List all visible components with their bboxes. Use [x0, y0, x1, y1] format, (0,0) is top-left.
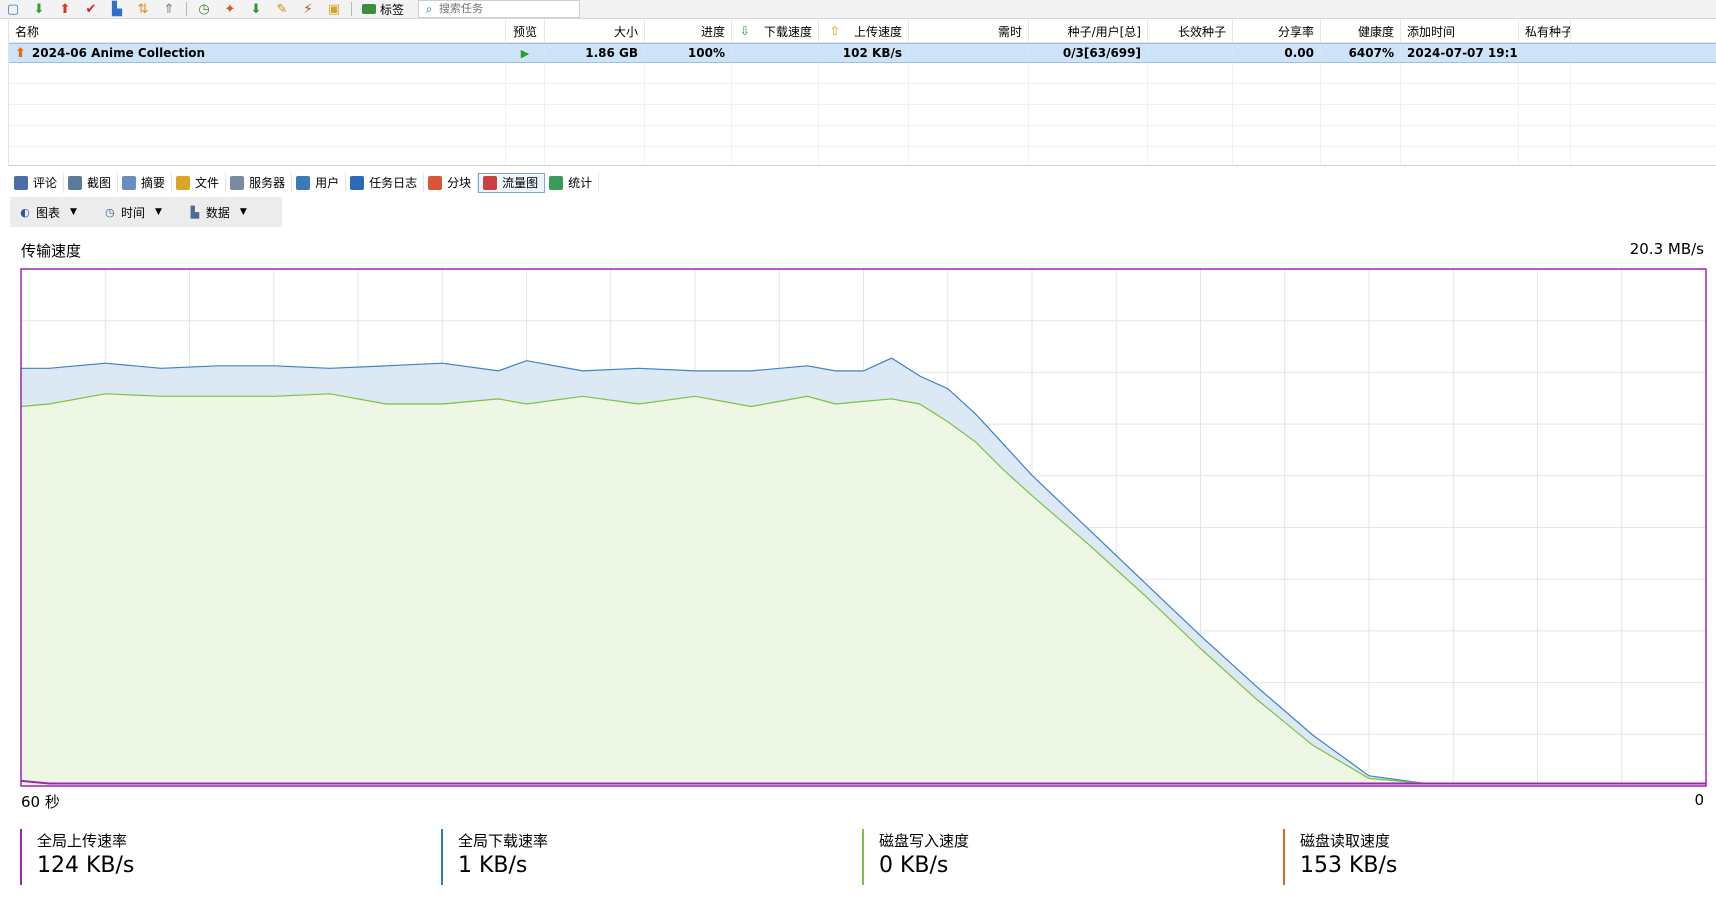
stat-global-upload: 全局上传速率 124 KB/s: [20, 829, 134, 885]
x-axis-left-label: 60 秒: [21, 793, 60, 811]
stat-value: 0 KB/s: [879, 853, 949, 878]
stat-value: 1 KB/s: [458, 853, 528, 878]
stat-label: 全局上传速率: [37, 832, 128, 850]
stat-global-download: 全局下载速率 1 KB/s: [441, 829, 548, 885]
stat-value: 124 KB/s: [37, 853, 135, 878]
stat-label: 磁盘写入速度: [879, 832, 970, 850]
transfer-speed-chart: [20, 268, 1707, 787]
stat-value: 153 KB/s: [1300, 853, 1398, 878]
x-axis-right-label: 0: [1694, 791, 1704, 809]
stat-disk-write: 磁盘写入速度 0 KB/s: [862, 829, 969, 885]
stat-label: 全局下载速率: [458, 832, 549, 850]
stat-disk-read: 磁盘读取速度 153 KB/s: [1283, 829, 1397, 885]
stat-label: 磁盘读取速度: [1300, 832, 1391, 850]
